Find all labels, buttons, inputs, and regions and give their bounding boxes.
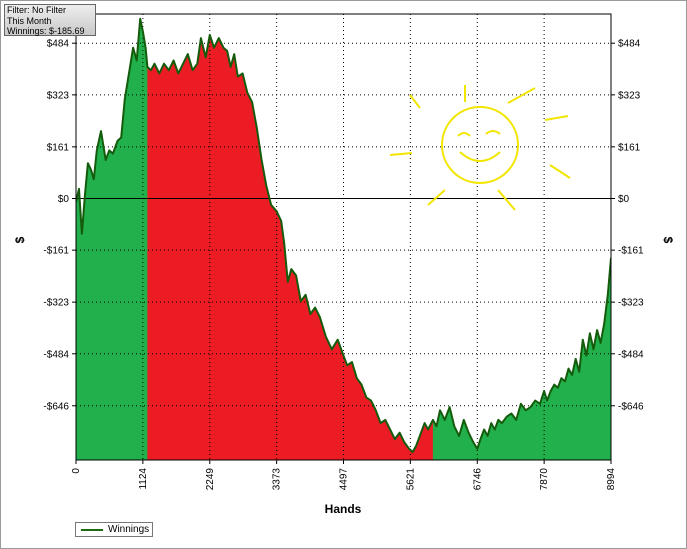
legend[interactable]: Winnings <box>75 522 153 537</box>
sun-doodle <box>389 85 571 211</box>
x-axis-title: Hands <box>325 502 362 516</box>
winnings-chart: 0 1124 2249 3373 4497 5621 6746 7870 8994 $484 $3… <box>13 13 675 516</box>
y-tick-label-right: $323 <box>618 90 641 101</box>
y-tick-label-left: $161 <box>47 142 70 153</box>
y-tick-label-left: -$646 <box>43 401 69 412</box>
sun-smile <box>459 151 501 162</box>
y-tick-label-left: $0 <box>58 194 70 205</box>
sun-right-eye <box>485 130 501 135</box>
legend-label-winnings: Winnings <box>108 524 150 535</box>
y-tick-label-left: $484 <box>47 39 70 50</box>
y-tick-labels-left: $484 $323 $161 $0 -$161 -$323 -$484 -$646 <box>43 39 69 413</box>
y-tick-label-left: -$161 <box>43 246 69 257</box>
sun-ray <box>507 87 536 104</box>
x-tick-label: 2249 <box>205 468 216 491</box>
y-tick-label-left: -$323 <box>43 298 69 309</box>
area-fills <box>76 18 611 460</box>
period-text: This Month <box>7 15 52 26</box>
x-tick-label: 6746 <box>472 468 483 491</box>
y-tick-label-right: -$161 <box>618 246 644 257</box>
winnings-text: Winnings: $-185.69 <box>7 26 85 36</box>
x-tick-labels: 0 1124 2249 3373 4497 5621 6746 7870 8994 <box>71 468 617 491</box>
x-tick-label: 5621 <box>405 468 416 491</box>
y-tick-label-left: $323 <box>47 90 70 101</box>
y-axis-title-left: $ <box>13 236 27 243</box>
sun-ray <box>389 152 413 156</box>
y-tick-label-right: $484 <box>618 39 641 50</box>
y-tick-labels-right: $484 $323 $161 $0 -$161 -$323 -$484 -$646 <box>618 39 644 413</box>
sun-ray <box>544 115 569 121</box>
sun-ray <box>549 164 571 179</box>
y-axis-title-right: $ <box>661 237 675 244</box>
x-tick-label: 4497 <box>339 468 350 491</box>
y-tick-label-right: -$323 <box>618 298 644 309</box>
sun-ray <box>427 189 446 206</box>
x-tick-label: 1124 <box>138 468 149 490</box>
x-tick-label: 0 <box>71 468 82 474</box>
y-tick-label-right: $0 <box>618 194 630 205</box>
y-tick-label-right: -$484 <box>618 349 644 360</box>
x-tick-label: 3373 <box>272 468 283 491</box>
sun-ray <box>497 189 516 211</box>
filter-info-box: Filter: No Filter This Month Winnings: $… <box>4 4 96 36</box>
y-tick-label-right: -$646 <box>618 401 644 412</box>
sun-face-outline <box>441 106 519 184</box>
filter-text: Filter: No Filter <box>7 5 67 15</box>
sun-ray <box>409 94 421 109</box>
y-tick-label-left: -$484 <box>43 349 69 360</box>
x-tick-label: 7870 <box>539 468 550 491</box>
sun-left-eye <box>457 132 471 137</box>
negative-area <box>147 18 433 460</box>
y-tick-label-right: $161 <box>618 142 641 153</box>
x-tick-label: 8994 <box>606 468 617 491</box>
legend-swatch-winnings <box>81 529 103 531</box>
